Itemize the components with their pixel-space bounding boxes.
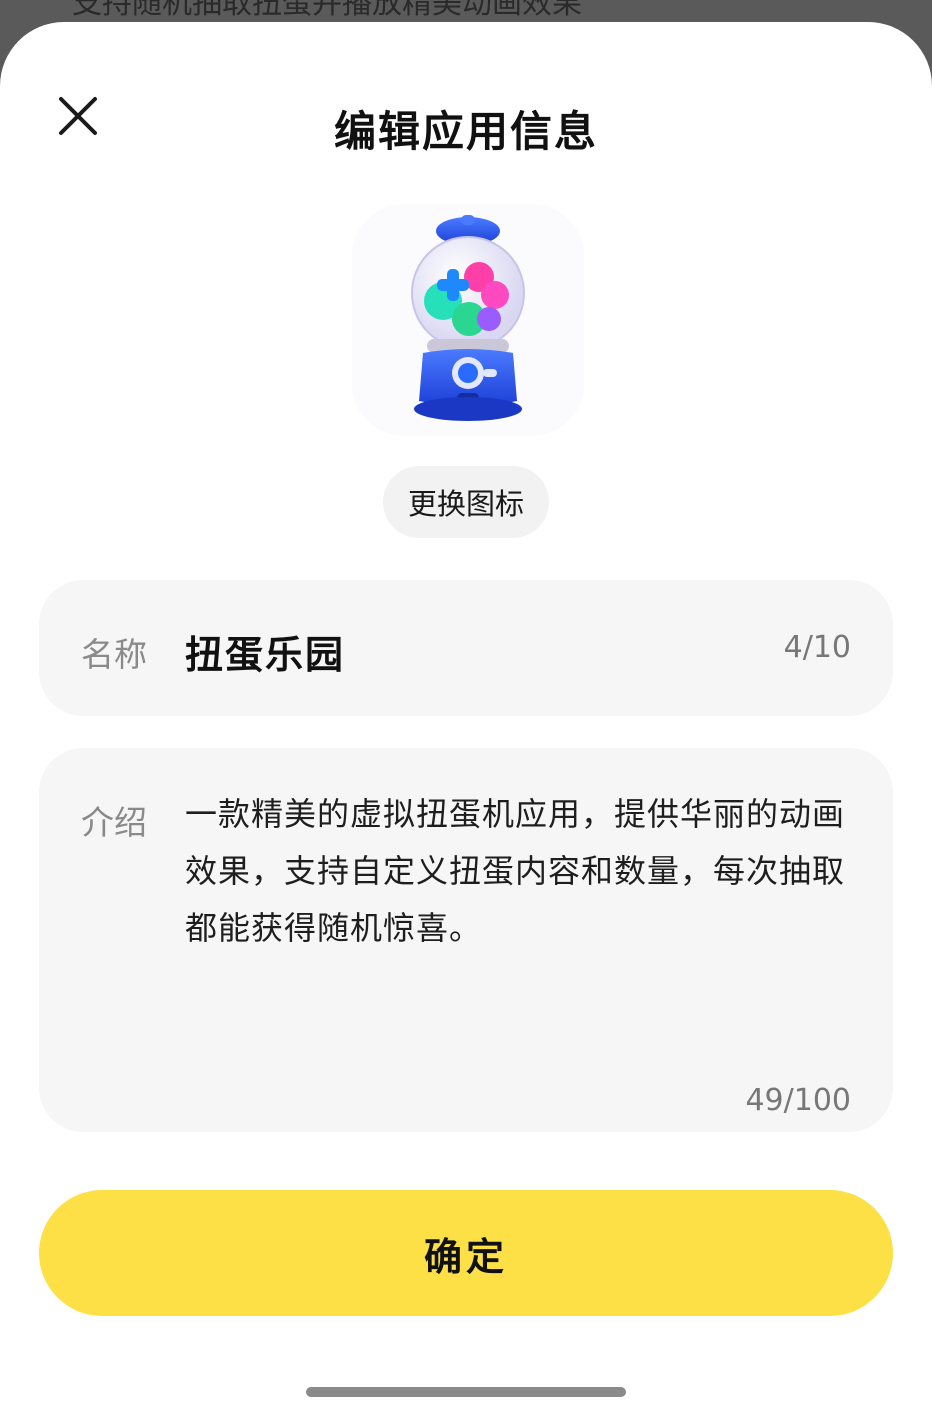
sheet-title: 编辑应用信息 <box>333 107 598 156</box>
app-icon <box>352 204 584 436</box>
name-label: 名称 <box>81 635 147 674</box>
change-icon-button[interactable]: 更换图标 <box>383 466 549 538</box>
intro-char-count: 49/100 <box>745 1083 851 1118</box>
intro-field[interactable]: 介绍 一款精美的虚拟扭蛋机应用，提供华丽的动画效果，支持自定义扭蛋内容和数量，每… <box>39 748 893 1132</box>
confirm-button[interactable]: 确定 <box>39 1190 893 1316</box>
name-input[interactable]: 扭蛋乐园 <box>185 624 345 679</box>
intro-textarea[interactable]: 一款精美的虚拟扭蛋机应用，提供华丽的动画效果，支持自定义扭蛋内容和数量，每次抽取… <box>185 786 855 957</box>
home-indicator[interactable] <box>306 1387 626 1397</box>
gumball-machine-icon <box>411 215 525 421</box>
intro-label: 介绍 <box>81 803 147 842</box>
edit-app-info-sheet: 编辑应用信息 更换图标 名称 扭蛋乐园 4/10 介绍 一款精美的虚拟扭蛋机应用… <box>0 22 932 1414</box>
background-page-text: 支持随机抽取扭蛋并播放精美动画效果 <box>72 0 582 21</box>
name-field[interactable]: 名称 扭蛋乐园 4/10 <box>39 580 893 716</box>
name-char-count: 4/10 <box>783 630 851 665</box>
